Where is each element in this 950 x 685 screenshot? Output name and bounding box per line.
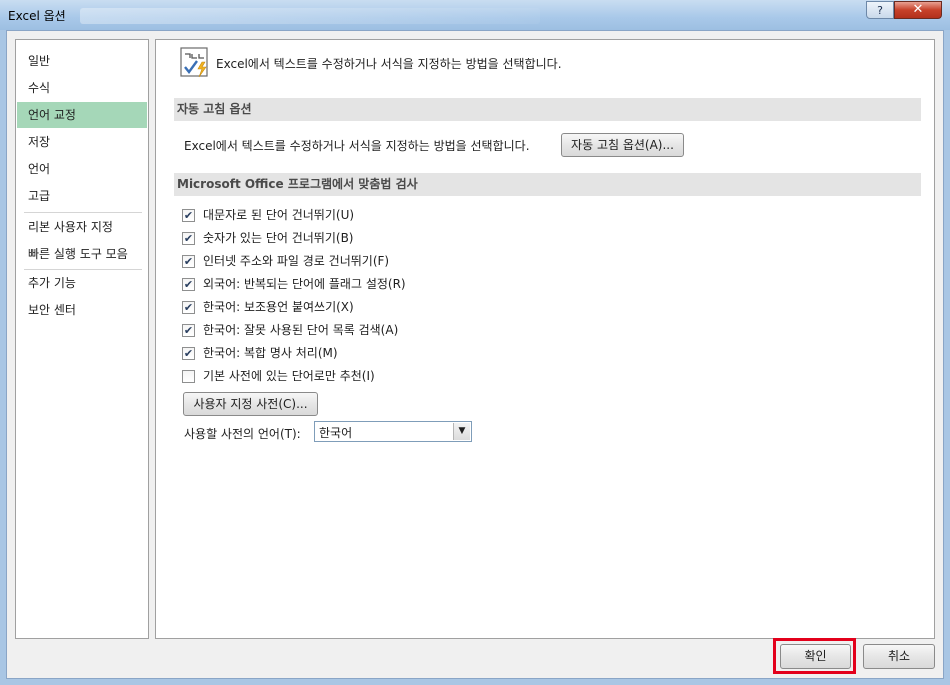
sidebar-item-formulas[interactable]: 수식 bbox=[17, 75, 147, 101]
checkbox-label: 한국어: 보조용언 붙여쓰기(X) bbox=[203, 300, 354, 314]
section-header-autocorrect: 자동 고침 옵션 bbox=[174, 98, 921, 121]
checkbox[interactable]: ✔ bbox=[182, 324, 195, 337]
proofing-abc-check-icon bbox=[180, 47, 208, 78]
checkbox-label: 대문자로 된 단어 건너뛰기(U) bbox=[203, 208, 355, 222]
autocorrect-description: Excel에서 텍스트를 수정하거나 서식을 지정하는 방법을 선택합니다. bbox=[184, 139, 530, 153]
autocorrect-options-button[interactable]: 자동 고침 옵션(A)... bbox=[561, 133, 684, 157]
dropdown-arrow-icon[interactable]: ▼ bbox=[453, 423, 470, 440]
cancel-button[interactable]: 취소 bbox=[863, 644, 935, 669]
sidebar-item-add-ins[interactable]: 추가 기능 bbox=[17, 270, 147, 296]
options-dialog: 일반 수식 언어 교정 저장 언어 고급 리본 사용자 지정 빠른 실행 도구 … bbox=[6, 30, 944, 679]
checkbox-label: 한국어: 복합 명사 처리(M) bbox=[203, 346, 338, 360]
checkbox[interactable]: ✔ bbox=[182, 301, 195, 314]
dictionary-language-select[interactable]: 한국어 ▼ bbox=[314, 421, 472, 442]
checkbox-label: 기본 사전에 있는 단어로만 추천(I) bbox=[203, 369, 375, 383]
ok-button[interactable]: 확인 bbox=[780, 644, 851, 669]
sidebar-divider bbox=[24, 212, 142, 213]
sidebar-item-advanced[interactable]: 고급 bbox=[17, 183, 147, 209]
dictionary-language-label: 사용할 사전의 언어(T): bbox=[184, 427, 301, 441]
sidebar-item-trust-center[interactable]: 보안 센터 bbox=[17, 297, 147, 323]
checkbox-label: 외국어: 반복되는 단어에 플래그 설정(R) bbox=[203, 277, 406, 291]
sidebar-item-quick-access-toolbar[interactable]: 빠른 실행 도구 모음 bbox=[17, 241, 147, 267]
options-content-panel: Excel에서 텍스트를 수정하거나 서식을 지정하는 방법을 선택합니다. 자… bbox=[155, 39, 935, 639]
help-button[interactable]: ? bbox=[866, 1, 894, 19]
page-description: Excel에서 텍스트를 수정하거나 서식을 지정하는 방법을 선택합니다. bbox=[216, 57, 562, 71]
sidebar-item-proofing[interactable]: 언어 교정 bbox=[17, 102, 147, 128]
custom-dictionaries-button[interactable]: 사용자 지정 사전(C)... bbox=[183, 392, 318, 416]
section-header-spelling: Microsoft Office 프로그램에서 맞춤법 검사 bbox=[174, 173, 921, 196]
checkbox[interactable]: ✔ bbox=[182, 255, 195, 268]
checkbox[interactable]: ✔ bbox=[182, 209, 195, 222]
checkbox[interactable] bbox=[182, 370, 195, 383]
title-bar-background bbox=[80, 8, 540, 24]
window-title: Excel 옵션 bbox=[8, 9, 66, 23]
sidebar-item-general[interactable]: 일반 bbox=[17, 48, 147, 74]
title-bar: Excel 옵션 ? ✕ bbox=[0, 0, 950, 30]
sidebar-item-save[interactable]: 저장 bbox=[17, 129, 147, 155]
checkbox[interactable]: ✔ bbox=[182, 347, 195, 360]
checkbox-label: 한국어: 잘못 사용된 단어 목록 검색(A) bbox=[203, 323, 399, 337]
checkbox-label: 인터넷 주소와 파일 경로 건너뛰기(F) bbox=[203, 254, 390, 268]
sidebar-item-language[interactable]: 언어 bbox=[17, 156, 147, 182]
close-button[interactable]: ✕ bbox=[894, 1, 942, 19]
dictionary-language-value: 한국어 bbox=[319, 426, 353, 440]
checkbox[interactable]: ✔ bbox=[182, 278, 195, 291]
checkbox-label: 숫자가 있는 단어 건너뛰기(B) bbox=[203, 231, 354, 245]
options-sidebar: 일반 수식 언어 교정 저장 언어 고급 리본 사용자 지정 빠른 실행 도구 … bbox=[15, 39, 149, 639]
sidebar-item-customize-ribbon[interactable]: 리본 사용자 지정 bbox=[17, 214, 147, 240]
checkbox[interactable]: ✔ bbox=[182, 232, 195, 245]
